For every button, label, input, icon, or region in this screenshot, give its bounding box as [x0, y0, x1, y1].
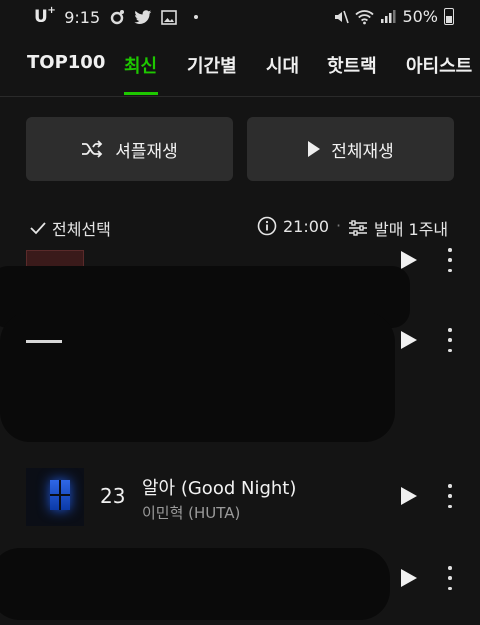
song-rank: 23 [100, 484, 126, 508]
list-item[interactable]: 23 알아 (Good Night) 이민혁 (HUTA) [0, 468, 480, 532]
status-left: U+ 9:15 [34, 5, 199, 27]
notification-dot [194, 15, 199, 19]
twitter-icon [134, 9, 152, 24]
status-right: 50% [333, 7, 454, 26]
play-icon [308, 141, 321, 157]
album-art-window [50, 480, 70, 510]
separator-dot: · [336, 216, 342, 235]
play-icon[interactable] [400, 568, 418, 588]
status-bar: U+ 9:15 50% [0, 0, 480, 34]
select-all-button[interactable]: 전체선택 [30, 216, 111, 240]
active-tab-indicator [124, 92, 158, 95]
tab-artist[interactable]: 아티스트 [406, 52, 472, 78]
tab-latest[interactable]: 최신 [124, 52, 157, 78]
tab-era[interactable]: 시대 [266, 52, 299, 78]
song-title: 알아 (Good Night) [142, 478, 297, 499]
tab-hot-track[interactable]: 핫트랙 [327, 52, 377, 78]
battery-percent: 50% [402, 7, 438, 26]
carrier-label: U+ [34, 5, 56, 27]
shuffle-play-label: 셔플재생 [115, 141, 178, 162]
more-options-icon[interactable] [442, 248, 458, 272]
carrier-mark: + [47, 5, 56, 16]
info-icon [257, 216, 277, 236]
shuffle-play-button[interactable]: 셔플재생 [26, 117, 233, 181]
update-time-info[interactable]: 21:00 [257, 216, 329, 236]
album-thumbnail[interactable] [26, 468, 84, 526]
more-options-icon[interactable] [442, 328, 458, 352]
status-time: 9:15 [64, 7, 101, 27]
check-icon [30, 222, 46, 235]
gallery-icon [161, 9, 177, 25]
wifi-icon [355, 9, 375, 24]
mute-icon [335, 10, 350, 23]
obscured-region [0, 312, 395, 442]
list-controls: 전체선택 21:00 · 발매 1주내 [0, 214, 480, 242]
tab-by-period[interactable]: 기간별 [187, 52, 237, 78]
song-artist[interactable]: 이민혁 (HUTA) [142, 502, 240, 523]
play-icon[interactable] [400, 486, 418, 506]
more-options-icon[interactable] [442, 566, 458, 590]
play-icon[interactable] [400, 330, 418, 350]
play-icon[interactable] [400, 250, 418, 270]
play-all-button[interactable]: 전체재생 [247, 117, 454, 181]
obscured-thumbnail-edge [26, 340, 62, 343]
shuffle-icon [82, 140, 103, 158]
signal-icon [381, 10, 396, 23]
play-all-label: 전체재생 [331, 141, 394, 162]
sync-app-icon [110, 10, 125, 25]
more-options-icon[interactable] [442, 484, 458, 508]
battery-icon [444, 8, 454, 25]
obscured-region [0, 548, 390, 620]
chart-tab-bar: TOP100 최신 기간별 시대 핫트랙 아티스트 [0, 44, 480, 97]
select-all-label: 전체선택 [52, 220, 111, 239]
carrier-name: U [34, 7, 48, 27]
filter-sliders-icon [349, 220, 367, 236]
update-time: 21:00 [283, 216, 330, 236]
tab-top100[interactable]: TOP100 [27, 52, 105, 73]
sort-label: 발매 1주내 [374, 220, 449, 239]
sort-filter-button[interactable]: 발매 1주내 [348, 216, 448, 240]
